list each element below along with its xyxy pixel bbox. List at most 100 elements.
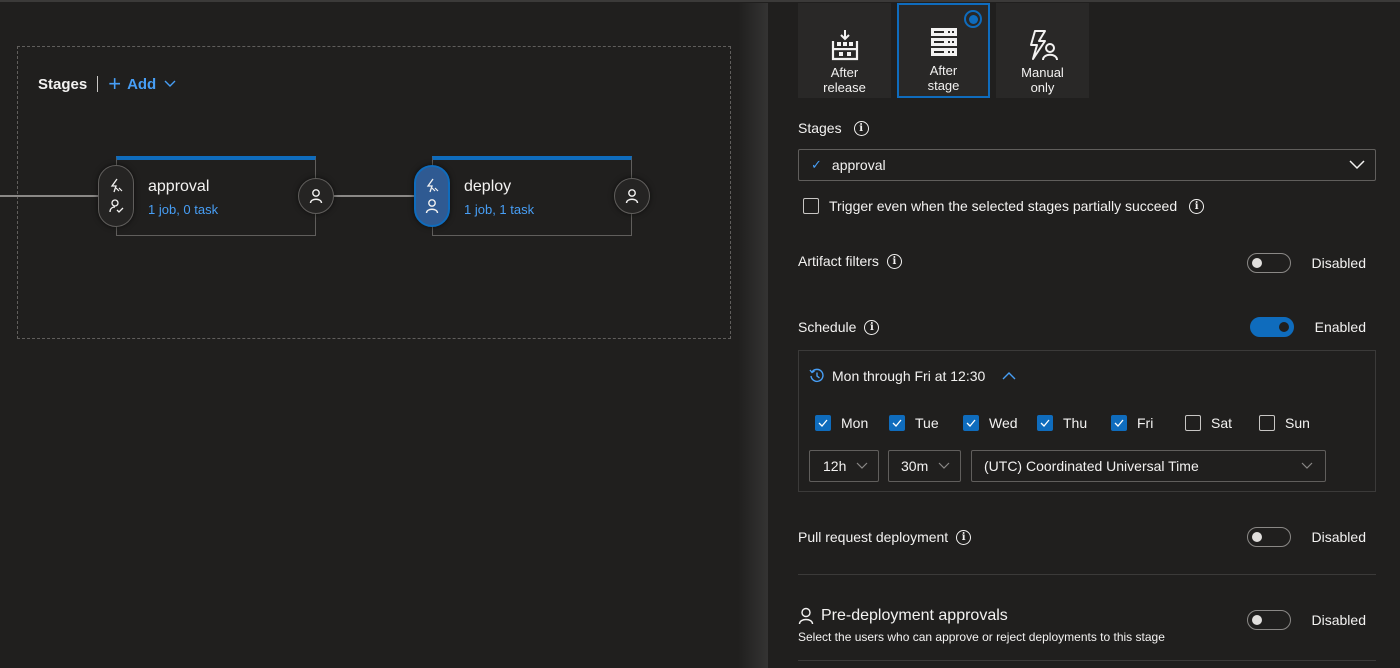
timezone-value: (UTC) Coordinated Universal Time <box>984 458 1199 474</box>
stages-header: Stages + Add <box>38 73 176 95</box>
checkbox-unchecked[interactable] <box>1185 415 1201 431</box>
release-icon <box>831 30 858 61</box>
stage-card-approval[interactable]: approval 1 job, 0 task <box>116 156 316 236</box>
hour-dropdown[interactable]: 12h <box>809 450 879 482</box>
checkbox-checked[interactable] <box>889 415 905 431</box>
schedule-box: Mon through Fri at 12:30 Mon Tue Wed Thu… <box>798 350 1376 492</box>
chevron-up-icon[interactable] <box>1001 371 1017 381</box>
checkmark-icon: ✓ <box>811 157 822 172</box>
pull-request-state: Disabled <box>1311 529 1366 545</box>
day-mon[interactable]: Mon <box>815 415 889 431</box>
minute-dropdown[interactable]: 30m <box>888 450 961 482</box>
server-stack-icon <box>930 28 957 56</box>
stage-name: deploy <box>464 178 512 195</box>
info-icon[interactable]: i <box>853 120 869 136</box>
trigger-option-after-release[interactable]: After release <box>798 3 891 98</box>
partial-succeed-row: Trigger even when the selected stages pa… <box>803 198 1205 214</box>
pre-approvals-toggle-row: Disabled <box>1246 610 1366 630</box>
checkbox-checked[interactable] <box>963 415 979 431</box>
chevron-down-icon <box>856 462 868 469</box>
approver-check-icon <box>109 199 124 213</box>
stages-dropdown[interactable]: ✓ approval <box>798 149 1376 181</box>
day-label: Wed <box>989 415 1018 431</box>
partial-succeed-label: Trigger even when the selected stages pa… <box>829 198 1178 214</box>
pre-deployment-conditions-approval[interactable] <box>98 165 134 227</box>
artifact-filters-toggle[interactable] <box>1246 253 1291 273</box>
day-label: Fri <box>1137 415 1154 431</box>
post-deployment-conditions-deploy[interactable] <box>614 178 650 214</box>
day-label: Mon <box>841 415 869 431</box>
info-icon[interactable]: i <box>864 319 880 335</box>
pull-request-toggle-row: Disabled <box>1246 527 1366 547</box>
day-label: Thu <box>1063 415 1088 431</box>
artifact-filters-toggle-row: Disabled <box>1246 253 1366 273</box>
add-label: Add <box>127 75 157 93</box>
day-thu[interactable]: Thu <box>1037 415 1111 431</box>
stage-job-summary[interactable]: 1 job, 0 task <box>148 202 218 217</box>
chevron-down-icon <box>1349 160 1365 170</box>
day-label: Tue <box>915 415 939 431</box>
day-label: Sun <box>1285 415 1310 431</box>
panel-shadow <box>738 3 768 668</box>
post-deployment-conditions-approval[interactable] <box>298 178 334 214</box>
pre-approvals-header: Pre-deployment approvals <box>798 607 1008 625</box>
stage-connector <box>334 195 416 197</box>
section-divider <box>798 660 1376 661</box>
option-label-line2: stage <box>927 78 960 93</box>
chevron-down-icon <box>938 462 950 469</box>
checkbox-checked[interactable] <box>815 415 831 431</box>
artifact-connector <box>0 195 98 197</box>
info-icon[interactable]: i <box>1189 198 1205 214</box>
day-fri[interactable]: Fri <box>1111 415 1185 431</box>
manual-trigger-icon <box>1029 30 1058 61</box>
timezone-dropdown[interactable]: (UTC) Coordinated Universal Time <box>971 450 1326 482</box>
checkbox-unchecked[interactable] <box>1259 415 1275 431</box>
pull-request-label: Pull request deployment <box>798 529 949 545</box>
day-sat[interactable]: Sat <box>1185 415 1259 431</box>
artifact-filters-label: Artifact filters <box>798 253 879 269</box>
add-stage-button[interactable]: + Add <box>108 73 176 95</box>
user-icon <box>309 189 323 204</box>
hour-value: 12h <box>823 458 847 474</box>
selected-radio-indicator <box>964 10 982 28</box>
checkbox-checked[interactable] <box>1037 415 1053 431</box>
stage-card-deploy[interactable]: deploy 1 job, 1 task <box>432 156 632 236</box>
option-label-line2: release <box>823 80 866 95</box>
pre-approvals-description: Select the users who can approve or reje… <box>798 630 1165 644</box>
pre-approvals-toggle[interactable] <box>1246 610 1291 630</box>
header-separator <box>97 76 99 92</box>
pre-approvals-title: Pre-deployment approvals <box>821 607 1008 624</box>
day-label: Sat <box>1211 415 1233 431</box>
info-icon[interactable]: i <box>886 253 902 269</box>
stage-name: approval <box>148 178 210 195</box>
plus-icon: + <box>108 71 122 96</box>
stage-job-summary[interactable]: 1 job, 1 task <box>464 202 534 217</box>
minute-value: 30m <box>901 458 929 474</box>
schedule-toggle[interactable] <box>1249 317 1294 337</box>
pipeline-canvas: Stages + Add approval 1 job, 0 task depl… <box>0 3 768 668</box>
trigger-option-manual-only[interactable]: Manual only <box>996 3 1089 98</box>
history-clock-icon <box>809 368 824 382</box>
stages-field-label: Stages <box>798 120 842 136</box>
day-sun[interactable]: Sun <box>1259 415 1333 431</box>
chevron-down-icon <box>164 80 176 87</box>
user-icon <box>625 189 639 204</box>
user-icon <box>425 199 439 214</box>
schedule-days: Mon Tue Wed Thu Fri Sat Sun <box>815 415 1333 431</box>
day-wed[interactable]: Wed <box>963 415 1037 431</box>
user-icon <box>798 607 814 625</box>
lightning-icon <box>110 178 123 193</box>
partial-succeed-checkbox[interactable] <box>803 198 819 214</box>
stages-title: Stages <box>38 75 88 93</box>
option-label-line2: only <box>1030 80 1055 95</box>
checkbox-checked[interactable] <box>1111 415 1127 431</box>
schedule-summary[interactable]: Mon through Fri at 12:30 <box>809 368 1017 384</box>
chevron-down-icon <box>1301 462 1313 469</box>
day-tue[interactable]: Tue <box>889 415 963 431</box>
trigger-option-after-stage[interactable]: After stage <box>897 3 990 98</box>
pull-request-toggle[interactable] <box>1246 527 1291 547</box>
option-label-line1: Manual <box>1021 65 1064 80</box>
pre-deployment-conditions-deploy[interactable] <box>414 165 450 227</box>
schedule-summary-text: Mon through Fri at 12:30 <box>832 368 986 384</box>
info-icon[interactable]: i <box>956 529 972 545</box>
